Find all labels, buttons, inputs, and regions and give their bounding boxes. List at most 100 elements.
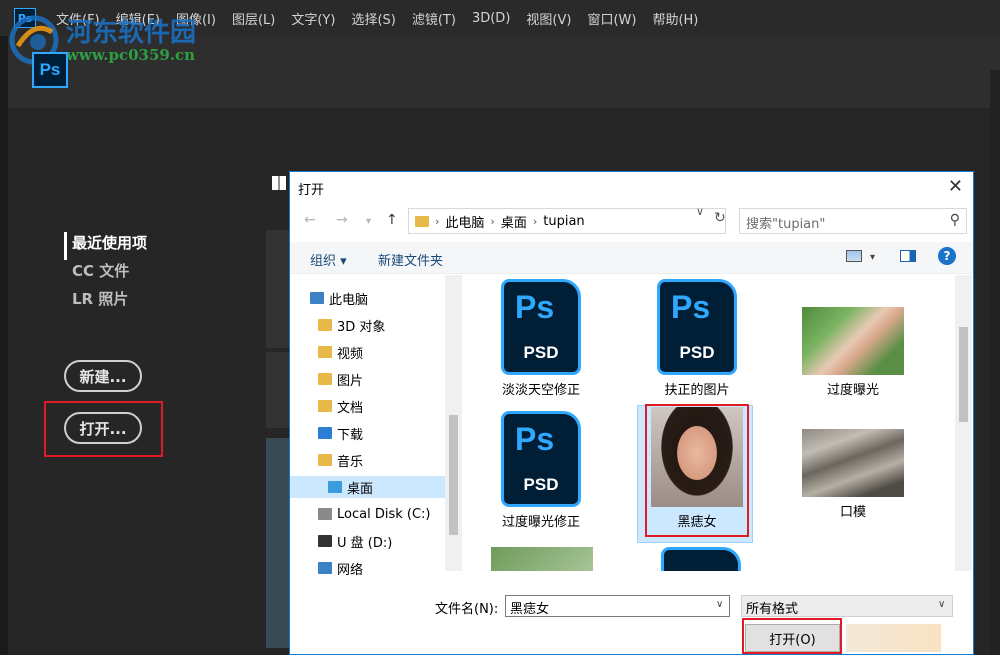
search-icon[interactable]: ⚲ [950, 212, 960, 228]
nav-pane-label: Local Disk (C:) [337, 506, 431, 522]
recent-locations-icon[interactable]: ▾ [366, 216, 371, 227]
recent-card[interactable] [266, 352, 290, 428]
nav-pane-label: 此电脑 [329, 292, 369, 308]
close-icon[interactable]: ✕ [948, 176, 963, 197]
breadcrumb-tupian[interactable]: tupian [543, 214, 584, 229]
file-name: 淡淡天空修正 [501, 383, 580, 398]
cancel-button[interactable] [846, 624, 941, 652]
watermark-url: www.pc0359.cn [66, 46, 196, 64]
drive-icon [318, 508, 332, 520]
nav-pane-item[interactable]: 图片 [318, 368, 363, 390]
psd-file-icon: Ps PSD [657, 279, 737, 375]
nav-pane-label: U 盘 (D:) [337, 535, 393, 551]
photo-thumbnail[interactable] [491, 547, 593, 571]
file-item[interactable]: 口模 [793, 407, 913, 520]
documents-folder-icon [318, 400, 332, 412]
preview-pane-icon[interactable] [900, 250, 916, 262]
nav-recent[interactable]: 最近使用项 [64, 232, 147, 260]
up-arrow-icon[interactable]: ↑ [386, 212, 398, 228]
home-nav: 最近使用项 CC 文件 LR 照片 [64, 232, 147, 316]
help-icon[interactable]: ? [938, 247, 956, 265]
organize-menu[interactable]: 组织 ▾ [310, 250, 347, 269]
nav-pane-item[interactable]: 视频 [318, 341, 363, 363]
file-item[interactable]: Ps PSD 过度曝光修正 [481, 411, 601, 530]
file-scroll-thumb[interactable] [959, 327, 968, 422]
breadcrumb-this-pc[interactable]: 此电脑 [445, 212, 484, 231]
file-item[interactable]: Ps PSD 淡淡天空修正 [481, 279, 601, 398]
folder-icon [415, 215, 429, 227]
nav-lr-photos[interactable]: LR 照片 [64, 288, 147, 316]
nav-pane-label: 网络 [337, 562, 364, 578]
menu-item[interactable]: 滤镜(T) [412, 9, 456, 28]
nav-pane-item[interactable]: 网络 [318, 557, 363, 579]
right-scrollbar[interactable] [990, 70, 1000, 655]
pictures-folder-icon [318, 373, 332, 385]
nav-cc-files[interactable]: CC 文件 [64, 260, 147, 288]
left-edge [0, 36, 8, 655]
nav-pane-item[interactable]: 3D 对象 [318, 314, 385, 336]
file-type-select[interactable]: 所有格式 [741, 595, 953, 617]
photo-thumbnail [802, 429, 904, 497]
menu-item[interactable]: 文字(Y) [291, 9, 335, 28]
nav-pane-label: 图片 [337, 373, 364, 389]
nav-pane-item[interactable]: 音乐 [318, 449, 363, 471]
address-bar[interactable]: › 此电脑 › 桌面 › tupian [408, 208, 726, 234]
nav-pane-label: 音乐 [337, 454, 364, 470]
file-item[interactable]: Ps PSD 扶正的图片 [637, 279, 757, 398]
address-dropdown-icon[interactable]: ∨ [696, 205, 704, 218]
desktop-folder-icon [328, 481, 342, 493]
breadcrumb-desktop[interactable]: 桌面 [501, 212, 527, 231]
grid-view-icon[interactable] [272, 176, 286, 190]
psd-file-icon: Ps PSD [501, 279, 581, 375]
recent-card[interactable] [266, 230, 290, 348]
recent-card[interactable] [266, 438, 290, 648]
nav-pane-item[interactable]: 桌面 [290, 476, 445, 498]
menu-item[interactable]: 图层(L) [232, 9, 275, 28]
forward-arrow-icon[interactable]: → [336, 212, 348, 228]
file-name: 过度曝光 [826, 383, 879, 398]
view-mode-icon[interactable] [846, 250, 862, 262]
nav-pane-item[interactable]: 此电脑 [310, 287, 368, 309]
watermark-title: 河东软件园 [66, 18, 197, 48]
file-type-dropdown-icon[interactable]: ∨ [938, 599, 945, 610]
menu-item[interactable]: 3D(D) [472, 11, 510, 26]
file-name: 扶正的图片 [664, 383, 730, 398]
file-item[interactable]: 过度曝光 [793, 279, 913, 398]
new-button[interactable]: 新建... [64, 360, 142, 392]
psd-file-icon: Ps PSD [501, 411, 581, 507]
open-button-highlight [44, 401, 163, 457]
menu-item[interactable]: 窗口(W) [587, 9, 636, 28]
ps-logo: Ps [32, 52, 68, 88]
network-icon [318, 562, 332, 574]
back-arrow-icon[interactable]: ← [304, 212, 316, 228]
usb-drive-icon [318, 535, 332, 547]
nav-pane-item[interactable]: U 盘 (D:) [318, 530, 392, 552]
search-input[interactable]: 搜索"tupian" ⚲ [739, 208, 967, 234]
folder-icon [318, 319, 332, 331]
psd-file-icon[interactable] [661, 547, 741, 571]
dialog-titlebar[interactable]: 打开 ✕ [290, 172, 973, 202]
music-folder-icon [318, 454, 332, 466]
filename-label: 文件名(N): [435, 602, 499, 617]
dialog-title: 打开 [298, 183, 325, 198]
filename-dropdown-icon[interactable]: ∨ [716, 599, 723, 610]
nav-scroll-thumb[interactable] [449, 415, 458, 535]
nav-pane-label: 3D 对象 [337, 319, 386, 335]
nav-pane-item[interactable]: Local Disk (C:) [318, 503, 430, 525]
nav-pane-item[interactable]: 文档 [318, 395, 363, 417]
file-scrollbar[interactable] [955, 275, 972, 571]
video-folder-icon [318, 346, 332, 358]
menu-item[interactable]: 视图(V) [526, 9, 571, 28]
refresh-icon[interactable]: ↻ [714, 210, 726, 226]
navigation-pane: 此电脑 3D 对象视频图片文档下载音乐桌面 Local Disk (C:) U 盘 (… [290, 275, 462, 578]
search-placeholder: 搜索"tupian" [746, 217, 826, 232]
nav-pane-item[interactable]: 下载 [318, 422, 363, 444]
file-name: 口模 [839, 505, 866, 520]
filename-input[interactable]: 黑痣女 [505, 595, 730, 617]
new-folder-button[interactable]: 新建文件夹 [378, 250, 443, 269]
selected-file-highlight-box [645, 404, 749, 537]
view-dropdown-icon[interactable]: ▾ [870, 252, 875, 263]
menu-item[interactable]: 帮助(H) [652, 9, 698, 28]
open-dialog: 打开 ✕ ← → ▾ ↑ › 此电脑 › 桌面 › tupian ∨ ↻ 搜索"… [289, 171, 974, 655]
menu-item[interactable]: 选择(S) [351, 9, 395, 28]
